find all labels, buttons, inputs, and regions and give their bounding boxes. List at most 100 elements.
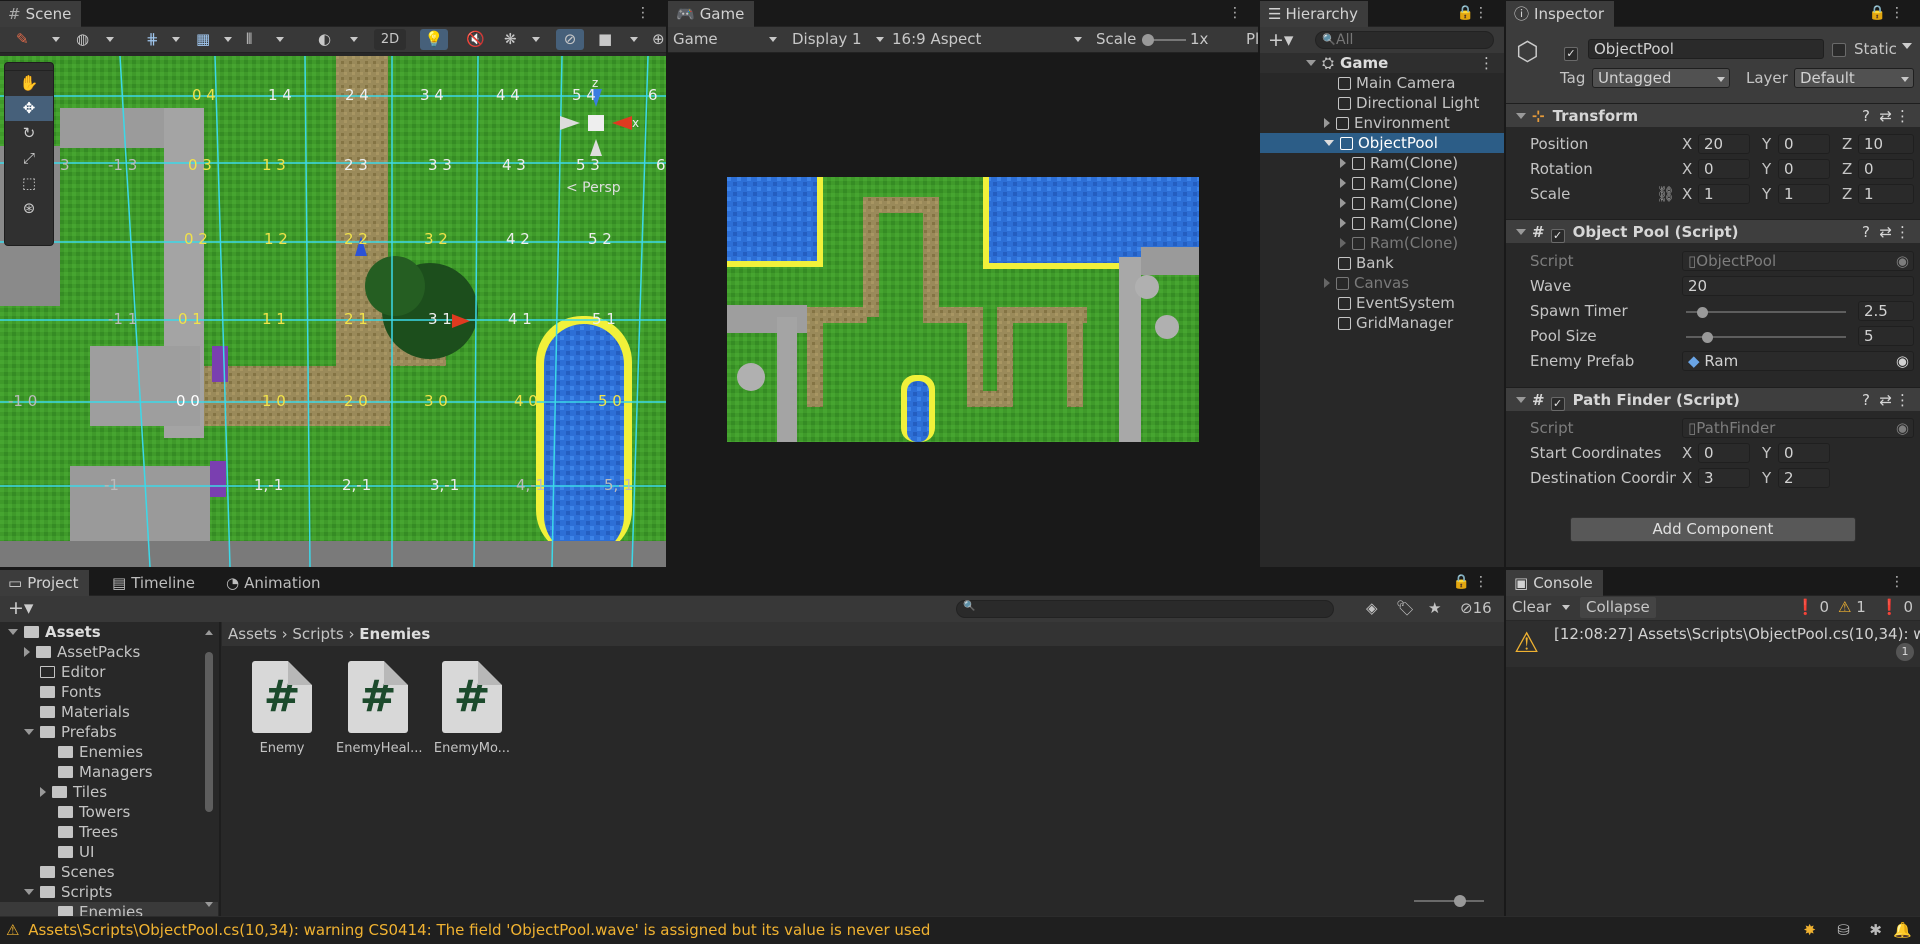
position-x-field[interactable]: 20 xyxy=(1698,134,1750,154)
debug-icon[interactable]: ✱ xyxy=(1869,917,1882,943)
path-finder-header[interactable]: # ✓ Path Finder (Script) ? ⇄ ⋮ xyxy=(1506,387,1920,411)
tab-inspector[interactable]: ⓘ Inspector xyxy=(1506,1,1614,27)
transform-header[interactable]: ⊹ Transform ? ⇄ ⋮ xyxy=(1506,103,1920,127)
snap-dropdown[interactable]: ⋕ xyxy=(146,29,184,50)
project-search-input[interactable]: 🔍 xyxy=(956,600,1334,618)
expand-arrow-icon[interactable] xyxy=(1340,238,1346,248)
tree-prefabs-enemies[interactable]: Enemies xyxy=(0,742,218,762)
tree-item-ram-clone[interactable]: Ram(Clone) xyxy=(1260,153,1504,173)
tree-item-environment[interactable]: Environment xyxy=(1260,113,1504,133)
camera-dropdown[interactable]: ■ xyxy=(598,29,642,50)
search-by-label-icon[interactable]: 🏷 xyxy=(1396,599,1415,617)
enabled-checkbox[interactable]: ✓ xyxy=(1550,229,1565,243)
constrain-proportions-icon[interactable]: ⛓ xyxy=(1656,185,1675,203)
tree-assets[interactable]: Assets xyxy=(0,622,218,642)
hidden-objects-icon[interactable]: ⊘ xyxy=(556,29,584,50)
tab-timeline[interactable]: ▤ Timeline xyxy=(104,570,205,596)
scale-y-field[interactable]: 1 xyxy=(1778,184,1830,204)
rect-tool-icon[interactable]: ⬚ xyxy=(5,171,53,196)
hidden-packages-icon[interactable]: ⊘16 xyxy=(1460,599,1492,617)
spawn-timer-field[interactable]: 2.5 xyxy=(1858,301,1914,321)
slider-knob[interactable] xyxy=(1701,332,1713,343)
expand-arrow-icon[interactable] xyxy=(1340,158,1346,168)
tree-materials[interactable]: Materials xyxy=(0,702,218,722)
more-options-icon[interactable]: ⋮ xyxy=(1890,5,1914,21)
gizmos-icon[interactable]: ⊕ xyxy=(652,29,666,50)
preset-icon[interactable]: ⇄ xyxy=(1879,388,1892,412)
scrollbar-thumb[interactable] xyxy=(205,652,213,812)
tree-scripts[interactable]: Scripts xyxy=(0,882,218,902)
more-options-icon[interactable]: ⋮ xyxy=(1895,220,1910,244)
aspect-dropdown[interactable]: 16:9 Aspect xyxy=(892,29,1086,50)
expand-arrow-icon[interactable] xyxy=(1340,178,1346,188)
rotation-z-field[interactable]: 0 xyxy=(1858,159,1914,179)
tab-game[interactable]: 🎮 Game xyxy=(668,1,755,27)
tab-animation[interactable]: ◔ Animation xyxy=(218,570,331,596)
expand-arrow-icon[interactable] xyxy=(1324,118,1330,128)
2d-toggle-button[interactable]: 2D xyxy=(374,29,406,50)
pool-size-field[interactable]: 5 xyxy=(1858,326,1914,346)
tree-tiles[interactable]: Tiles xyxy=(0,782,218,802)
lighting-toggle-icon[interactable]: 💡 xyxy=(420,29,448,50)
play-focused-dropdown[interactable]: Pl xyxy=(1246,29,1258,50)
tree-item-objectpool[interactable]: ObjectPool xyxy=(1260,133,1504,153)
tag-dropdown[interactable]: Untagged xyxy=(1592,68,1730,88)
tree-ui[interactable]: UI xyxy=(0,842,218,862)
tree-managers[interactable]: Managers xyxy=(0,762,218,782)
scene-viewport[interactable]: 0 4 1 4 2 4 3 4 4 4 5 4 6 3 -1 3 0 3 1 3… xyxy=(0,56,666,567)
draw-mode-dropdown[interactable]: ✎ xyxy=(16,29,64,50)
tree-scenes[interactable]: Scenes xyxy=(0,862,218,882)
object-picker-icon[interactable]: ◉ xyxy=(1896,352,1909,370)
destination-y-field[interactable]: 2 xyxy=(1778,468,1830,488)
start-x-field[interactable]: 0 xyxy=(1698,443,1750,463)
status-message[interactable]: Assets\Scripts\ObjectPool.cs(10,34): war… xyxy=(28,921,930,939)
collapse-arrow-icon[interactable] xyxy=(1516,113,1526,119)
game-view-dropdown[interactable]: Game xyxy=(673,29,781,50)
tree-assetpacks[interactable]: AssetPacks xyxy=(0,642,218,662)
more-options-icon[interactable]: ⋮ xyxy=(636,5,660,21)
tree-item-ram-clone[interactable]: Ram(Clone) xyxy=(1260,213,1504,233)
tree-prefabs[interactable]: Prefabs xyxy=(0,722,218,742)
collapse-arrow-icon[interactable] xyxy=(1324,140,1334,146)
expand-arrow-icon[interactable] xyxy=(1340,218,1346,228)
tree-item-canvas[interactable]: Canvas xyxy=(1260,273,1504,293)
destination-x-field[interactable]: 3 xyxy=(1698,468,1750,488)
more-options-icon[interactable]: ⋮ xyxy=(1474,5,1498,21)
more-options-icon[interactable]: ⋮ xyxy=(1479,53,1494,73)
search-by-type-icon[interactable]: ◈ xyxy=(1366,599,1378,617)
object-picker-icon[interactable]: ◉ xyxy=(1896,419,1909,437)
collapse-button[interactable]: Collapse xyxy=(1580,597,1656,618)
render-mode-dropdown[interactable]: ◍ xyxy=(76,29,118,50)
hierarchy-search-input[interactable]: 🔍 All xyxy=(1315,31,1494,49)
game-viewport[interactable] xyxy=(727,177,1199,442)
warning-filter-button[interactable]: ⚠ 1 xyxy=(1838,597,1866,618)
help-icon[interactable]: ? xyxy=(1862,388,1870,412)
more-options-icon[interactable]: ⋮ xyxy=(1895,104,1910,128)
tab-project[interactable]: ▭ Project xyxy=(0,570,89,596)
shading-dropdown[interactable]: ◐ xyxy=(318,29,362,50)
expand-arrow-icon[interactable] xyxy=(1324,278,1330,288)
tree-item-ram-clone[interactable]: Ram(Clone) xyxy=(1260,173,1504,193)
palette-handle[interactable] xyxy=(5,63,53,71)
tab-hierarchy[interactable]: ☰ Hierarchy xyxy=(1260,1,1368,27)
move-tool-icon[interactable]: ✥ xyxy=(5,96,53,121)
scroll-down-icon[interactable] xyxy=(205,902,213,907)
more-options-icon[interactable]: ⋮ xyxy=(1228,5,1252,21)
tree-fonts[interactable]: Fonts xyxy=(0,682,218,702)
collapse-arrow-icon[interactable] xyxy=(1516,397,1526,403)
tree-scrollbar[interactable] xyxy=(204,630,214,910)
position-y-field[interactable]: 0 xyxy=(1778,134,1830,154)
object-pool-header[interactable]: # ✓ Object Pool (Script) ? ⇄ ⋮ xyxy=(1506,219,1920,243)
collapse-arrow-icon[interactable] xyxy=(1516,229,1526,235)
create-dropdown[interactable]: +▾ xyxy=(1268,29,1293,51)
scale-slider-knob[interactable] xyxy=(1142,34,1154,46)
tree-item-gridmanager[interactable]: GridManager xyxy=(1260,313,1504,333)
active-checkbox[interactable]: ✓ xyxy=(1564,41,1578,61)
scale-slider[interactable] xyxy=(1142,34,1186,46)
icon-size-knob[interactable] xyxy=(1454,895,1466,907)
rotation-y-field[interactable]: 0 xyxy=(1778,159,1830,179)
rotate-tool-icon[interactable]: ↻ xyxy=(5,121,53,146)
grid-snap-dropdown[interactable]: ▦ xyxy=(196,29,236,50)
clear-dropdown[interactable]: Clear xyxy=(1512,597,1574,618)
position-z-field[interactable]: 10 xyxy=(1858,134,1914,154)
